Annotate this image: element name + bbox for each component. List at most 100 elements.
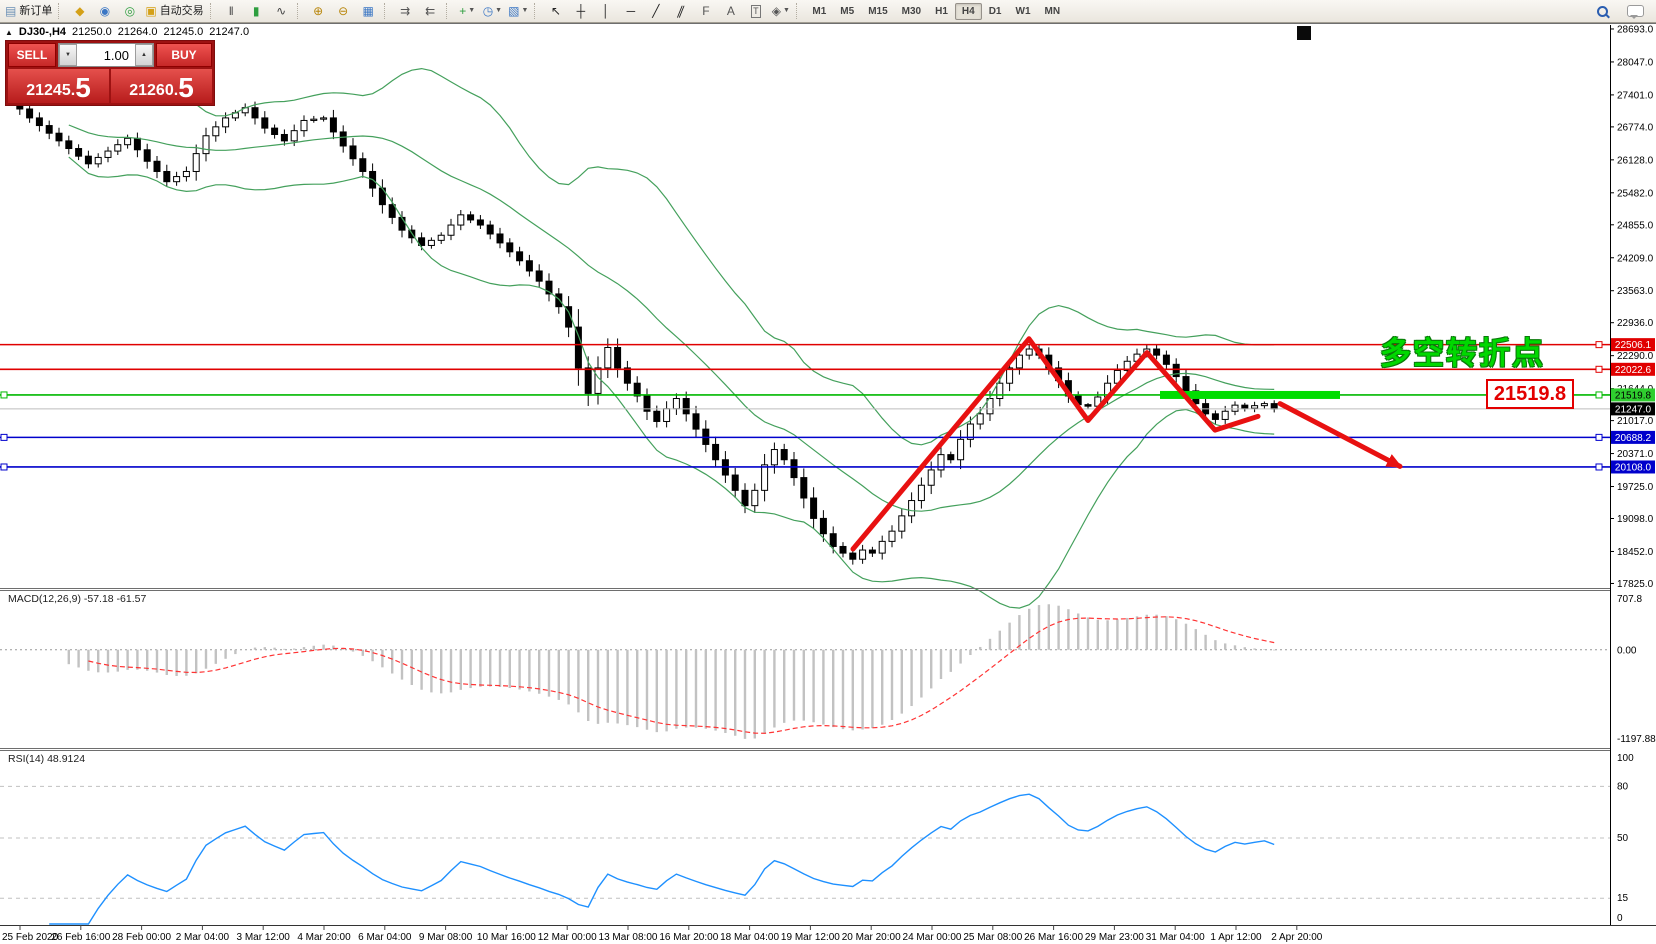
price-tick-label: 20371.0 bbox=[1617, 449, 1654, 460]
oneclick-toggle-icon[interactable]: ▲ bbox=[5, 28, 13, 37]
shapes-tool[interactable]: ◈▼ bbox=[768, 1, 793, 21]
mt4-terminal: { "toolbar": { "items": [ {"t":"btn","na… bbox=[0, 0, 1656, 944]
price-tick-label: 27401.0 bbox=[1617, 90, 1654, 101]
chart-title: ▲ DJ30-,H4 21250.0 21264.0 21245.0 21247… bbox=[5, 26, 249, 38]
price-tick-label: 19725.0 bbox=[1617, 482, 1654, 493]
text-tool[interactable]: A bbox=[718, 1, 743, 21]
ohlc-close: 21247.0 bbox=[209, 26, 249, 38]
horizontal-line-tool[interactable]: ─ bbox=[618, 1, 643, 21]
chart-shift-button[interactable]: ⇉ bbox=[393, 1, 418, 21]
timeframe-m15-button[interactable]: M15 bbox=[861, 3, 894, 20]
volume-increase-button[interactable]: ▲ bbox=[135, 44, 153, 66]
crosshair-tool[interactable]: ┼ bbox=[568, 1, 593, 21]
chat-button[interactable] bbox=[1623, 1, 1648, 21]
rsi-scale-label: 15 bbox=[1617, 893, 1629, 904]
dropdown-caret-icon: ▼ bbox=[783, 2, 790, 20]
search-icon bbox=[1596, 5, 1609, 18]
pane-divider bbox=[0, 750, 1656, 751]
time-tick-label: 20 Mar 20:00 bbox=[842, 932, 901, 943]
time-tick-label: 25 Mar 08:00 bbox=[963, 932, 1022, 943]
auto-scroll-button[interactable]: ⇇ bbox=[418, 1, 443, 21]
fibonacci-glyph: F bbox=[702, 2, 709, 20]
line-chart-icon[interactable]: ∿ bbox=[269, 1, 294, 21]
timeframe-w1-button[interactable]: W1 bbox=[1009, 3, 1038, 20]
one-click-trading-panel: SELL ▼ 1.00 ▲ BUY 21245.5 21260.5 bbox=[6, 41, 214, 105]
new-order-button[interactable]: ▤新订单 bbox=[2, 1, 55, 21]
profiles-icon[interactable]: ◆ bbox=[67, 1, 92, 21]
cursor-glyph: ↖ bbox=[551, 2, 561, 20]
timeframe-mn-button[interactable]: MN bbox=[1038, 3, 1068, 20]
zoom-out-button[interactable]: ⊖ bbox=[331, 1, 356, 21]
line-handle bbox=[1, 434, 7, 440]
channel-tool[interactable]: ∥ bbox=[668, 1, 693, 21]
autotrading-glyph: ▣ bbox=[145, 2, 156, 20]
buy-price-pip: 5 bbox=[178, 76, 194, 100]
time-tick-label: 10 Mar 16:00 bbox=[477, 932, 536, 943]
toolbar-separator bbox=[384, 3, 389, 19]
candlestick-chart-icon[interactable]: ▮ bbox=[244, 1, 269, 21]
time-tick-label: 9 Mar 08:00 bbox=[419, 932, 473, 943]
time-tick-label: 1 Apr 12:00 bbox=[1210, 932, 1262, 943]
price-tick-label: 22936.0 bbox=[1617, 318, 1654, 329]
buy-price-display[interactable]: 21260.5 bbox=[111, 69, 212, 103]
trade-top-row: SELL ▼ 1.00 ▲ BUY bbox=[8, 43, 212, 67]
ohlc-open: 21250.0 bbox=[72, 26, 112, 38]
sell-button[interactable]: SELL bbox=[8, 43, 56, 67]
shapes-glyph: ◈ bbox=[772, 2, 781, 20]
price-tick-label: 18452.0 bbox=[1617, 547, 1654, 558]
toolbar-right-group bbox=[1590, 1, 1656, 21]
periods-glyph: ◷ bbox=[483, 2, 493, 20]
toolbar: ▤新订单◆◉◎▣自动交易‖▮∿⊕⊖▦⇉⇇+▼◷▼▧▼↖┼│─╱∥FAT◈▼M1M… bbox=[0, 0, 1656, 23]
rsi-indicator-label: RSI(14) 48.9124 bbox=[8, 753, 85, 765]
time-tick-label: 6 Mar 04:00 bbox=[358, 932, 412, 943]
time-tick-label: 26 Feb 16:00 bbox=[51, 932, 110, 943]
buy-button[interactable]: BUY bbox=[156, 43, 212, 67]
tile-windows-button[interactable]: ▦ bbox=[356, 1, 381, 21]
timeframe-h1-button[interactable]: H1 bbox=[928, 3, 955, 20]
fibonacci-tool[interactable]: F bbox=[693, 1, 718, 21]
toolbar-separator bbox=[796, 3, 801, 19]
price-callout-label[interactable]: 21519.8 bbox=[1486, 379, 1574, 409]
timeframe-m5-button[interactable]: M5 bbox=[833, 3, 861, 20]
bar-chart-icon-glyph: ‖ bbox=[229, 2, 234, 20]
search-button[interactable] bbox=[1590, 1, 1615, 21]
buy-price-main: 21260 bbox=[129, 82, 174, 100]
autotrading-button[interactable]: ▣自动交易 bbox=[142, 1, 206, 21]
time-tick-label: 2 Apr 20:00 bbox=[1271, 932, 1323, 943]
templates-button[interactable]: ▧▼ bbox=[505, 1, 531, 21]
price-badge-label: 20688.2 bbox=[1615, 433, 1652, 444]
volume-value[interactable]: 1.00 bbox=[77, 44, 135, 66]
autotrading-button-label: 自动交易 bbox=[160, 2, 204, 20]
toolbar-separator bbox=[534, 3, 539, 19]
market-watch-icon[interactable]: ◉ bbox=[92, 1, 117, 21]
vertical-line-tool[interactable]: │ bbox=[593, 1, 618, 21]
timeframe-m1-button[interactable]: M1 bbox=[805, 3, 833, 20]
rsi-scale-label: 0 bbox=[1617, 913, 1623, 924]
chart-shift-glyph: ⇉ bbox=[400, 2, 410, 20]
macd-scale-label: 0.00 bbox=[1617, 646, 1637, 657]
templates-glyph: ▧ bbox=[508, 2, 519, 20]
periods-button[interactable]: ◷▼ bbox=[480, 1, 505, 21]
timeframe-m30-button[interactable]: M30 bbox=[895, 3, 928, 20]
pane-divider bbox=[0, 590, 1656, 591]
chat-icon bbox=[1627, 5, 1644, 17]
turning-point-annotation[interactable]: 多空转折点 bbox=[1380, 328, 1545, 373]
zoom-out-glyph: ⊖ bbox=[338, 2, 348, 20]
line-handle bbox=[1, 392, 7, 398]
rsi-scale-label: 100 bbox=[1617, 753, 1634, 764]
rsi-scale-label: 50 bbox=[1617, 833, 1629, 844]
macd-scale-label: 707.8 bbox=[1617, 594, 1642, 605]
trendline-tool[interactable]: ╱ bbox=[643, 1, 668, 21]
navigator-icon[interactable]: ◎ bbox=[117, 1, 142, 21]
chart-canvas[interactable]: 28693.028047.027401.026774.026128.025482… bbox=[0, 0, 1656, 944]
volume-decrease-button[interactable]: ▼ bbox=[59, 44, 77, 66]
bar-chart-icon[interactable]: ‖ bbox=[219, 1, 244, 21]
label-tool[interactable]: T bbox=[743, 1, 768, 21]
zoom-in-button[interactable]: ⊕ bbox=[306, 1, 331, 21]
sell-price-display[interactable]: 21245.5 bbox=[8, 69, 109, 103]
indicators-button[interactable]: +▼ bbox=[455, 1, 480, 21]
price-axis: 28693.028047.027401.026774.026128.025482… bbox=[1610, 24, 1656, 925]
timeframe-h4-button[interactable]: H4 bbox=[955, 3, 982, 20]
cursor-tool[interactable]: ↖ bbox=[543, 1, 568, 21]
timeframe-d1-button[interactable]: D1 bbox=[982, 3, 1009, 20]
